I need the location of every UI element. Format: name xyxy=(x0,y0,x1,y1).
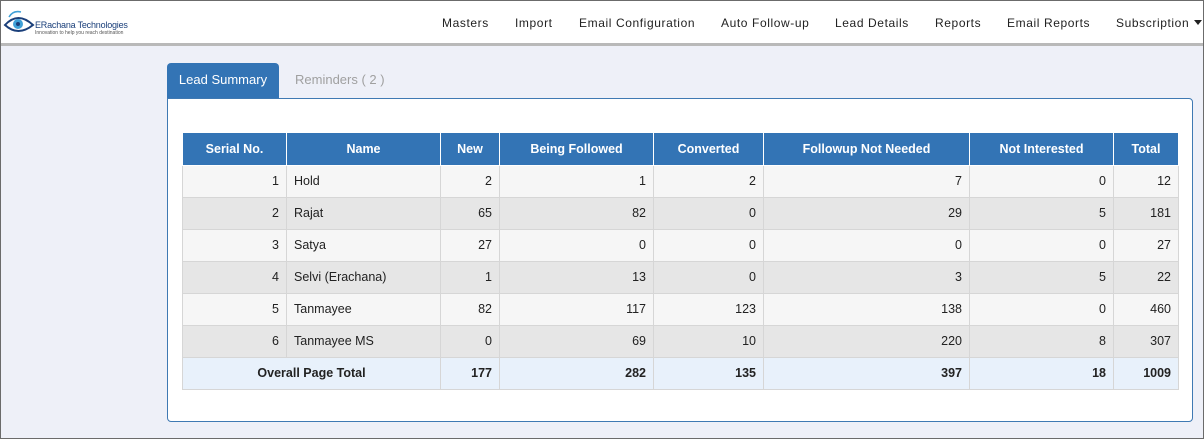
caret-down-icon xyxy=(1194,20,1203,25)
cell-total: 307 xyxy=(1113,324,1179,358)
table-row: 6 Tanmayee MS 0 69 10 220 8 307 xyxy=(182,324,1179,358)
nav-reports[interactable]: Reports xyxy=(935,16,981,30)
table-row: 1 Hold 2 1 2 7 0 12 xyxy=(182,164,1179,198)
cell-being-followed: 69 xyxy=(499,324,654,358)
cell-being-followed: 13 xyxy=(499,260,654,294)
cell-serial: 6 xyxy=(182,324,287,358)
cell-name: Selvi (Erachana) xyxy=(286,260,441,294)
cell-name: Hold xyxy=(286,164,441,198)
cell-being-followed: 1 xyxy=(499,164,654,198)
cell-total: 181 xyxy=(1113,196,1179,230)
brand-tagline: Innovation to help you reach destination xyxy=(35,30,124,36)
cell-followup-not-needed: 29 xyxy=(763,196,970,230)
cell-new: 0 xyxy=(440,324,500,358)
cell-serial: 1 xyxy=(182,164,287,198)
brand-name: ERachana Technologies xyxy=(35,20,128,30)
cell-total-total: 1009 xyxy=(1113,356,1179,390)
cell-followup-not-needed: 0 xyxy=(763,228,970,262)
table-header-row: Serial No. Name New Being Followed Conve… xyxy=(182,133,1179,166)
nav-subscription[interactable]: Subscription xyxy=(1116,16,1203,30)
cell-followup-not-needed: 138 xyxy=(763,292,970,326)
cell-total-label: Overall Page Total xyxy=(182,356,441,390)
col-converted[interactable]: Converted xyxy=(653,133,764,166)
table-row: 3 Satya 27 0 0 0 0 27 xyxy=(182,228,1179,262)
cell-serial: 4 xyxy=(182,260,287,294)
cell-followup-not-needed: 7 xyxy=(763,164,970,198)
nav-import[interactable]: Import xyxy=(515,16,553,30)
cell-new: 27 xyxy=(440,228,500,262)
col-serial-no[interactable]: Serial No. xyxy=(182,133,287,166)
cell-being-followed: 0 xyxy=(499,228,654,262)
cell-converted: 123 xyxy=(653,292,764,326)
cell-serial: 2 xyxy=(182,196,287,230)
cell-serial: 5 xyxy=(182,292,287,326)
col-not-interested[interactable]: Not Interested xyxy=(969,133,1114,166)
table-row: 4 Selvi (Erachana) 1 13 0 3 5 22 xyxy=(182,260,1179,294)
cell-total-new: 177 xyxy=(440,356,500,390)
cell-converted: 10 xyxy=(653,324,764,358)
cell-serial: 3 xyxy=(182,228,287,262)
col-being-followed[interactable]: Being Followed xyxy=(499,133,654,166)
cell-name: Rajat xyxy=(286,196,441,230)
col-new[interactable]: New xyxy=(440,133,500,166)
cell-total-followup-not-needed: 397 xyxy=(763,356,970,390)
cell-total: 12 xyxy=(1113,164,1179,198)
cell-not-interested: 5 xyxy=(969,260,1114,294)
cell-converted: 0 xyxy=(653,196,764,230)
cell-new: 1 xyxy=(440,260,500,294)
cell-not-interested: 0 xyxy=(969,228,1114,262)
nav-email-configuration[interactable]: Email Configuration xyxy=(579,16,695,30)
cell-new: 82 xyxy=(440,292,500,326)
table-row: 2 Rajat 65 82 0 29 5 181 xyxy=(182,196,1179,230)
tab-reminders[interactable]: Reminders ( 2 ) xyxy=(295,63,385,99)
cell-converted: 2 xyxy=(653,164,764,198)
nav-subscription-label: Subscription xyxy=(1116,16,1190,30)
cell-being-followed: 82 xyxy=(499,196,654,230)
cell-converted: 0 xyxy=(653,228,764,262)
nav-masters[interactable]: Masters xyxy=(442,16,489,30)
cell-not-interested: 8 xyxy=(969,324,1114,358)
cell-new: 2 xyxy=(440,164,500,198)
cell-name: Tanmayee MS xyxy=(286,324,441,358)
cell-total-being-followed: 282 xyxy=(499,356,654,390)
nav-lead-details[interactable]: Lead Details xyxy=(835,16,909,30)
lead-summary-panel: Serial No. Name New Being Followed Conve… xyxy=(167,98,1193,422)
cell-total: 27 xyxy=(1113,228,1179,262)
cell-total: 460 xyxy=(1113,292,1179,326)
cell-total: 22 xyxy=(1113,260,1179,294)
lead-summary-table: Serial No. Name New Being Followed Conve… xyxy=(182,133,1179,390)
col-total[interactable]: Total xyxy=(1113,133,1179,166)
col-name[interactable]: Name xyxy=(286,133,441,166)
table-row: 5 Tanmayee 82 117 123 138 0 460 xyxy=(182,292,1179,326)
cell-followup-not-needed: 3 xyxy=(763,260,970,294)
tab-lead-summary[interactable]: Lead Summary xyxy=(167,63,279,99)
nav-email-reports[interactable]: Email Reports xyxy=(1007,16,1090,30)
cell-being-followed: 117 xyxy=(499,292,654,326)
cell-total-not-interested: 18 xyxy=(969,356,1114,390)
cell-name: Satya xyxy=(286,228,441,262)
cell-new: 65 xyxy=(440,196,500,230)
cell-name: Tanmayee xyxy=(286,292,441,326)
eye-logo-icon xyxy=(3,10,35,32)
cell-followup-not-needed: 220 xyxy=(763,324,970,358)
table-total-row: Overall Page Total 177 282 135 397 18 10… xyxy=(182,356,1179,390)
col-followup-not-needed[interactable]: Followup Not Needed xyxy=(763,133,970,166)
cell-total-converted: 135 xyxy=(653,356,764,390)
cell-not-interested: 5 xyxy=(969,196,1114,230)
cell-not-interested: 0 xyxy=(969,292,1114,326)
nav-auto-follow-up[interactable]: Auto Follow-up xyxy=(721,16,809,30)
cell-not-interested: 0 xyxy=(969,164,1114,198)
brand-logo[interactable]: ERachana Technologies Innovation to help… xyxy=(3,7,133,39)
cell-converted: 0 xyxy=(653,260,764,294)
top-navbar: ERachana Technologies Innovation to help… xyxy=(1,1,1203,46)
